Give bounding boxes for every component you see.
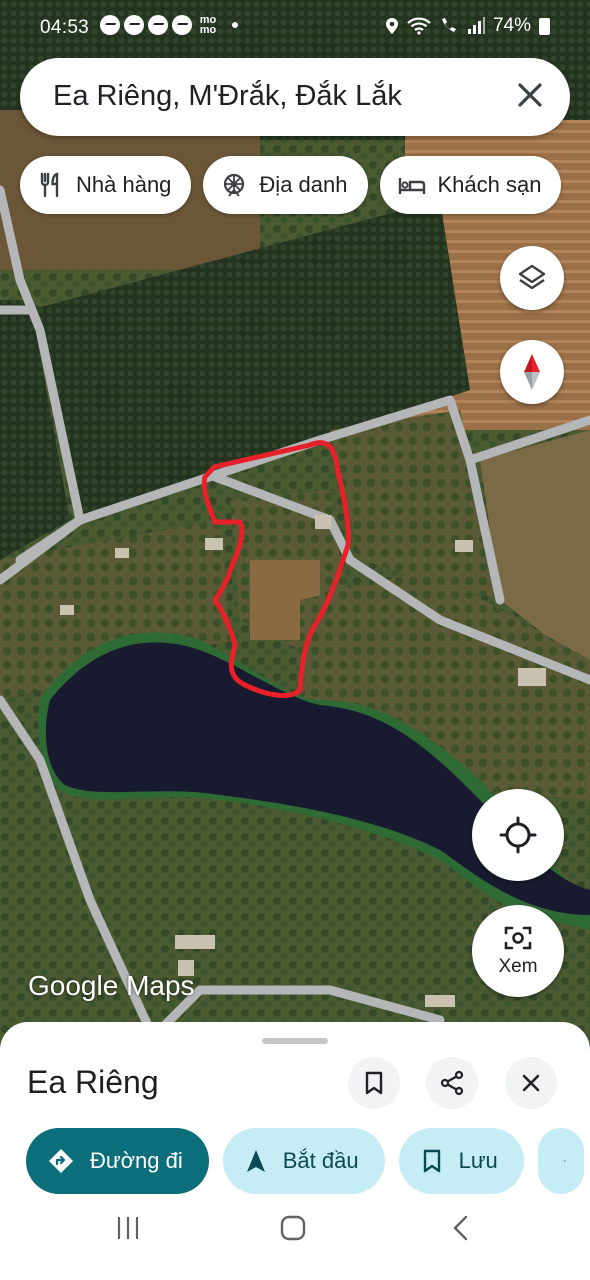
close-icon[interactable] <box>510 75 550 115</box>
back-button[interactable] <box>450 1215 470 1241</box>
directions-button[interactable]: Đường đi <box>26 1128 209 1194</box>
restaurant-icon <box>40 172 59 198</box>
share-button[interactable] <box>426 1057 478 1109</box>
wifi-icon <box>407 17 431 35</box>
search-query[interactable]: Ea Riêng, M'Đrắk, Đắk Lắk <box>53 80 402 113</box>
hotel-icon <box>398 178 425 194</box>
start-button[interactable]: Bắt đầu <box>222 1128 385 1194</box>
messenger-icon <box>100 15 120 35</box>
messenger-icon <box>124 15 144 35</box>
save-button[interactable] <box>348 1057 400 1109</box>
directions-icon <box>49 1149 73 1173</box>
compass-button[interactable] <box>500 340 564 404</box>
search-bar[interactable]: Ea Riêng, M'Đrắk, Đắk Lắk <box>20 58 570 136</box>
layers-button[interactable] <box>500 246 564 310</box>
chip-restaurants[interactable]: Nhà hàng <box>20 156 192 214</box>
crosshair-icon <box>499 816 537 854</box>
messenger-icon <box>172 15 192 35</box>
directions-label: Đường đi <box>90 1148 183 1173</box>
wifi-call-icon <box>441 18 456 32</box>
more-actions-button[interactable] <box>537 1128 584 1194</box>
view-button[interactable]: Xem <box>472 905 564 997</box>
bookmark-icon <box>423 1149 440 1173</box>
close-icon <box>522 1074 540 1092</box>
momo-icon: mo mo <box>199 14 217 36</box>
chip-label: Địa danh <box>259 172 348 197</box>
share-icon <box>440 1070 464 1096</box>
more-notifications-dot <box>232 22 238 28</box>
battery-icon <box>539 17 550 35</box>
view-label: Xem <box>498 956 538 977</box>
google-maps-watermark: Google Maps <box>28 970 195 1001</box>
home-button[interactable] <box>280 1215 306 1241</box>
close-sheet-button[interactable] <box>505 1057 557 1109</box>
chip-label: Khách sạn <box>437 172 542 197</box>
camera-scan-icon <box>504 926 532 950</box>
compass-icon <box>524 354 540 390</box>
chip-landmarks[interactable]: Địa danh <box>203 156 368 214</box>
signal-icon <box>467 17 485 34</box>
place-bottom-sheet: Ea Riêng Đường đi Bắt đầu Lưu <box>0 1022 590 1280</box>
more-icon <box>563 1160 566 1162</box>
location-icon <box>385 18 398 34</box>
save-place-button[interactable]: Lưu <box>398 1128 524 1194</box>
my-location-button[interactable] <box>472 789 564 881</box>
navigation-arrow-icon <box>246 1150 265 1172</box>
status-bar: 04:53 mo mo 74% <box>0 0 590 56</box>
category-chips: Nhà hàng Địa danh Khách sạn <box>20 156 562 214</box>
messenger-icon <box>148 15 168 35</box>
layers-icon <box>518 264 546 290</box>
landmark-icon <box>224 173 245 197</box>
system-icons: 74% <box>385 15 550 37</box>
battery-percent: 74% <box>492 15 531 36</box>
chip-hotels[interactable]: Khách sạn <box>379 156 562 214</box>
action-buttons: Đường đi Bắt đầu Lưu <box>26 1128 584 1194</box>
recent-apps-button[interactable] <box>116 1215 140 1241</box>
notification-icons: mo mo <box>100 14 238 36</box>
place-title: Ea Riêng <box>27 1064 159 1100</box>
status-time: 04:53 <box>40 17 90 38</box>
drag-handle[interactable] <box>262 1038 328 1044</box>
save-label: Lưu <box>458 1148 498 1173</box>
chip-label: Nhà hàng <box>76 172 172 197</box>
start-label: Bắt đầu <box>282 1148 359 1173</box>
bookmark-icon <box>365 1071 383 1095</box>
